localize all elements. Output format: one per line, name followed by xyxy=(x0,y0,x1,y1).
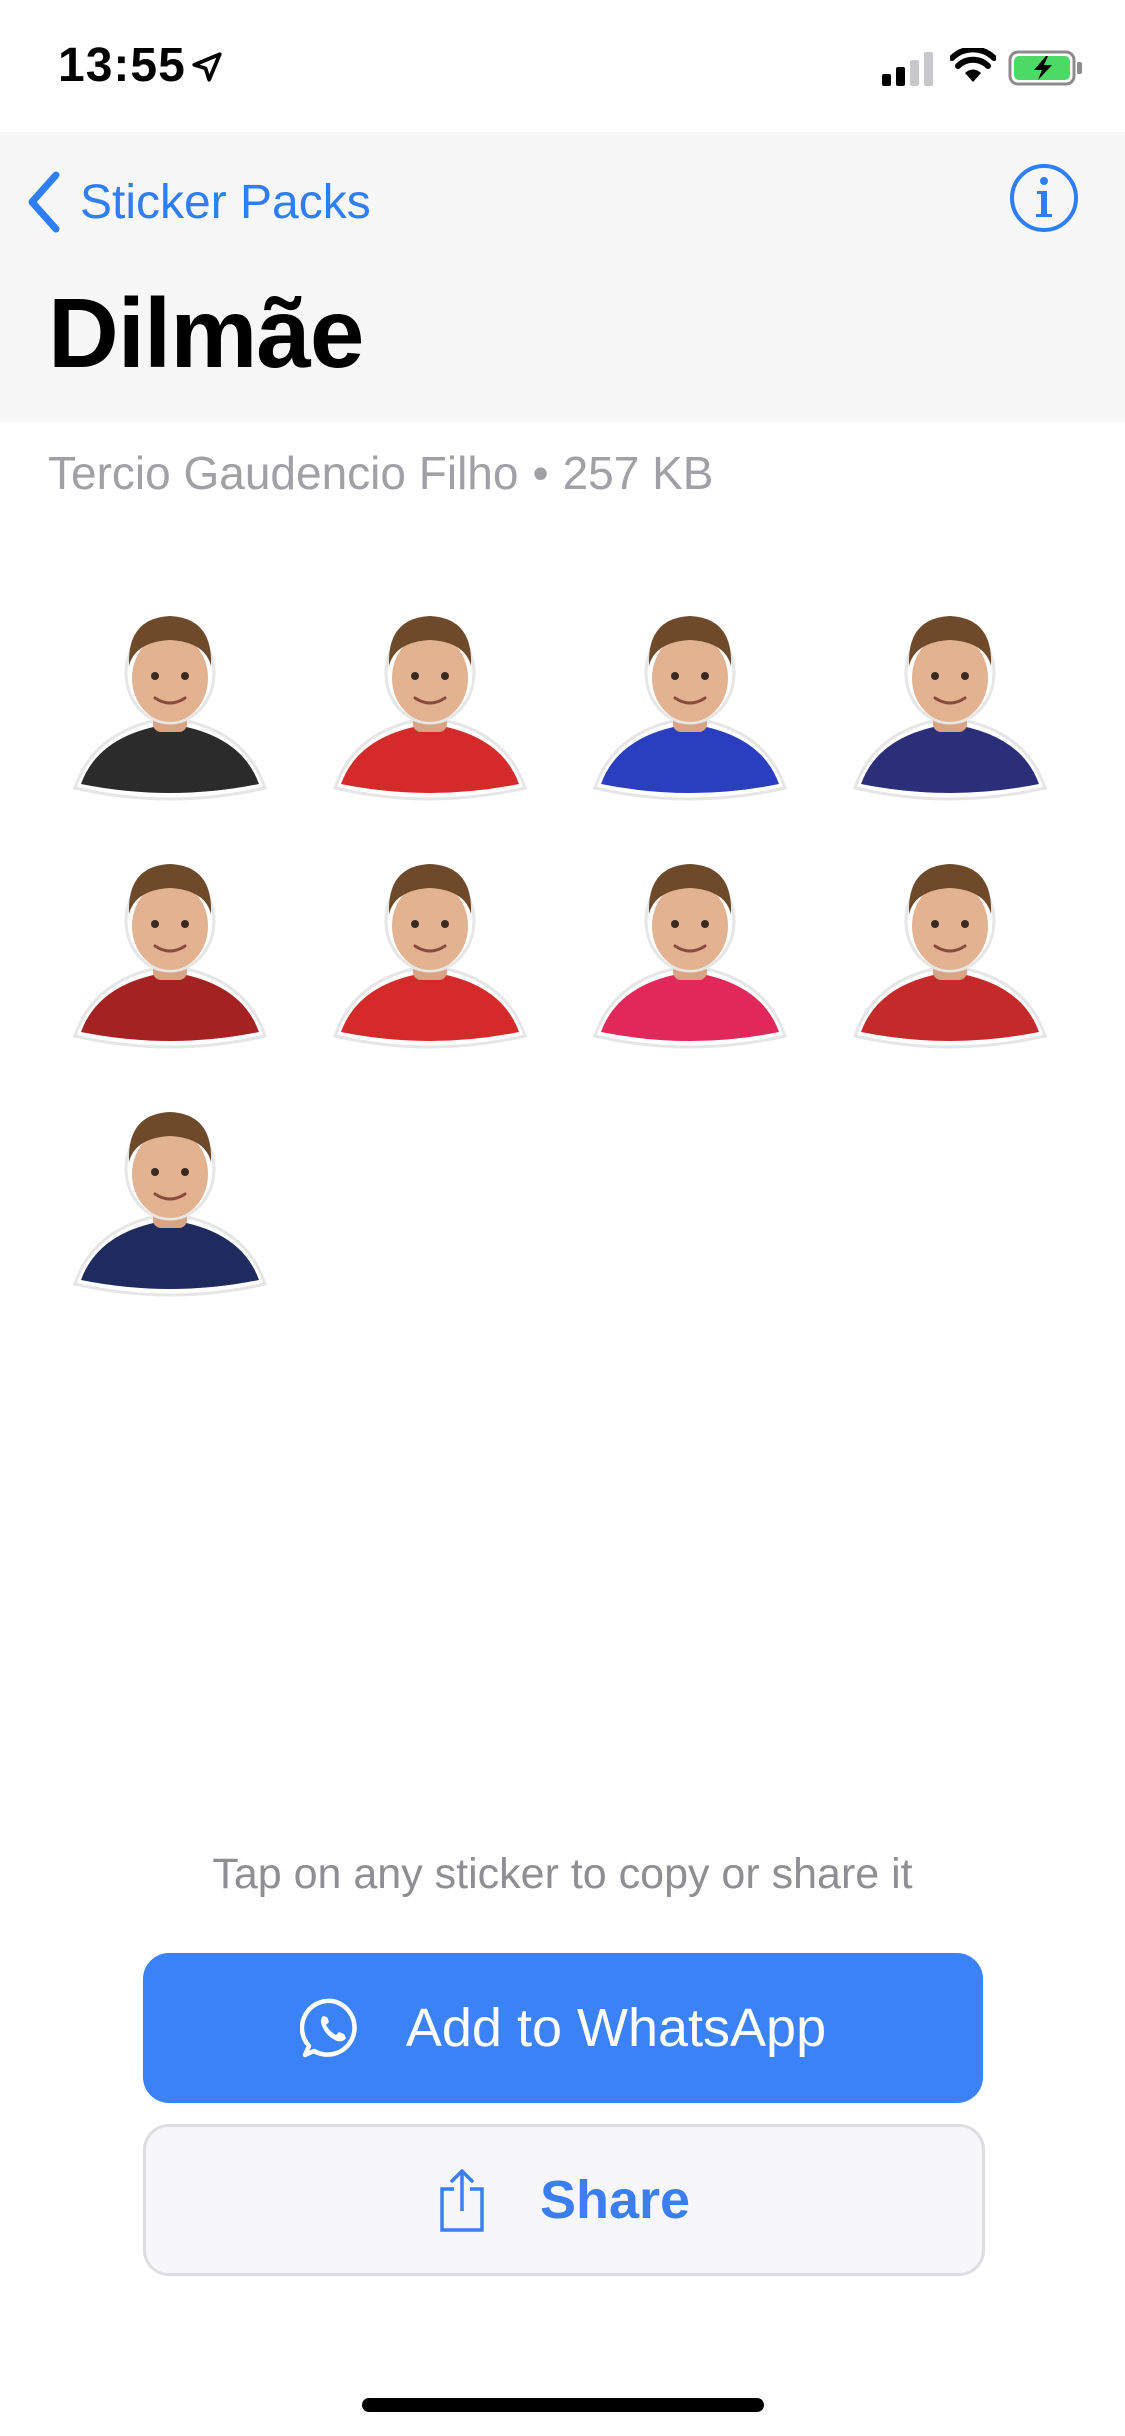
sticker-image xyxy=(73,1112,267,1297)
sticker-1[interactable] xyxy=(40,580,300,828)
status-time: 13:55 xyxy=(58,39,186,92)
meta-separator: • xyxy=(532,447,549,499)
pack-meta: Tercio Gaudencio Filho • 257 KB xyxy=(48,446,713,500)
page-title: Dilmãe xyxy=(48,278,364,388)
sticker-image xyxy=(853,864,1047,1049)
info-icon[interactable] xyxy=(1008,162,1080,234)
wifi-icon xyxy=(950,48,996,82)
add-button-label: Add to WhatsApp xyxy=(405,1998,827,2058)
pack-author: Tercio Gaudencio Filho xyxy=(48,447,519,499)
sticker-image xyxy=(73,864,267,1049)
sticker-9[interactable] xyxy=(40,1076,300,1324)
sticker-8[interactable] xyxy=(820,828,1080,1076)
sticker-7[interactable] xyxy=(560,828,820,1076)
sticker-grid xyxy=(40,580,1080,1324)
battery-charging-icon xyxy=(1008,50,1082,86)
status-bar: 13:55 xyxy=(0,0,1125,132)
sticker-4[interactable] xyxy=(820,580,1080,828)
sticker-6[interactable] xyxy=(300,828,560,1076)
sticker-5[interactable] xyxy=(40,828,300,1076)
chevron-left-icon xyxy=(28,171,60,233)
pack-size: 257 KB xyxy=(562,447,714,499)
back-label: Sticker Packs xyxy=(80,175,371,229)
sticker-image xyxy=(333,864,527,1049)
location-arrow-icon xyxy=(192,52,222,82)
sticker-3[interactable] xyxy=(560,580,820,828)
whatsapp-icon xyxy=(299,1998,357,2058)
share-button[interactable]: Share xyxy=(143,2124,985,2276)
sticker-image xyxy=(73,616,267,801)
hint-text: Tap on any sticker to copy or share it xyxy=(212,1850,913,1898)
navigation-bar: Sticker Packs Dilmãe xyxy=(0,132,1125,422)
sticker-2[interactable] xyxy=(300,580,560,828)
signal-icon xyxy=(882,52,933,86)
share-icon xyxy=(440,2169,484,2232)
back-button[interactable]: Sticker Packs xyxy=(24,162,371,242)
sticker-pack-screen: 13:55 Sticker Packs Dilmãe Tercio Gauden… xyxy=(0,0,1125,2436)
sticker-image xyxy=(333,616,527,801)
home-indicator xyxy=(362,2398,764,2412)
share-button-label: Share xyxy=(539,2170,691,2230)
add-to-whatsapp-button[interactable]: Add to WhatsApp xyxy=(143,1953,983,2103)
sticker-image xyxy=(853,616,1047,801)
sticker-image xyxy=(593,616,787,801)
sticker-image xyxy=(593,864,787,1049)
